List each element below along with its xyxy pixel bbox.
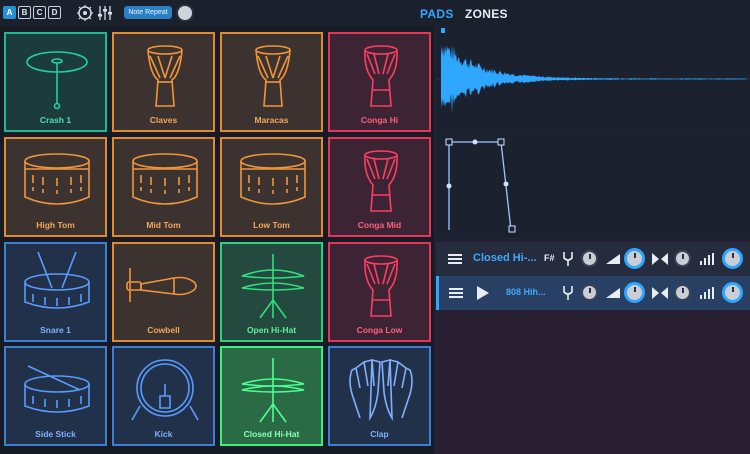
pad-label: Crash 1 — [39, 115, 72, 125]
pad-label: Open Hi-Hat — [246, 325, 297, 335]
pan-icon — [652, 253, 668, 265]
pad-mid-tom[interactable]: Mid Tom — [112, 137, 215, 237]
pad-label: Closed Hi-Hat — [243, 429, 300, 439]
pad-closed-hi-hat[interactable]: Closed Hi-Hat — [220, 346, 323, 446]
envelope-curve-handle — [472, 139, 478, 145]
zone-sample-name[interactable]: 808 Hih... — [506, 287, 546, 297]
envelope-point — [445, 138, 453, 146]
cowbell-icon — [126, 268, 197, 302]
djembe-icon — [255, 45, 291, 107]
tune-knob[interactable] — [581, 284, 598, 301]
pad-crash-1[interactable]: Crash 1 — [4, 32, 107, 132]
zone-root-key[interactable]: F# — [544, 253, 555, 263]
volume-ramp-icon — [606, 254, 620, 264]
volume-ramp-icon — [606, 288, 620, 298]
pad-conga-low[interactable]: Conga Low — [328, 242, 431, 342]
zone-group-row[interactable]: Closed Hi-... F# — [436, 242, 750, 276]
sample-start-marker — [441, 28, 445, 33]
pad-claves[interactable]: Claves — [112, 32, 215, 132]
note-repeat-button[interactable]: Note Repeat — [124, 6, 172, 19]
mixer-sliders-icon[interactable] — [96, 4, 114, 22]
volume-knob[interactable] — [624, 248, 645, 269]
pad-high-tom[interactable]: High Tom — [4, 137, 107, 237]
clap-hands-icon — [349, 358, 413, 422]
pad-label: Conga Low — [356, 325, 403, 335]
bank-d-button[interactable]: D — [48, 6, 61, 19]
pad-label: Low Tom — [253, 220, 290, 230]
zone-sample-row[interactable]: 808 Hih... — [436, 276, 750, 310]
pad-open-hi-hat[interactable]: Open Hi-Hat — [220, 242, 323, 342]
tom-drum-icon — [24, 153, 90, 205]
pad-side-stick[interactable]: Side Stick — [4, 346, 107, 446]
snare-drum-icon — [24, 251, 90, 309]
pad-label: Snare 1 — [40, 325, 71, 335]
tom-drum-icon — [240, 153, 306, 205]
side-stick-icon — [24, 365, 90, 413]
pad-kick[interactable]: Kick — [112, 346, 215, 446]
zones-panel: Closed Hi-... F# 808 Hih... — [436, 240, 750, 454]
menu-icon[interactable] — [449, 287, 463, 299]
note-repeat-rate-knob[interactable] — [176, 4, 194, 22]
settings-dial-icon[interactable] — [76, 4, 94, 22]
tab-zones[interactable]: ZONES — [465, 7, 508, 21]
pad-label: High Tom — [36, 220, 75, 230]
menu-icon[interactable] — [448, 253, 462, 265]
bank-b-button[interactable]: B — [18, 6, 31, 19]
tune-knob[interactable] — [581, 250, 598, 267]
velocity-knob[interactable] — [722, 282, 743, 303]
pad-clap[interactable]: Clap — [328, 346, 431, 446]
waveform-display[interactable] — [437, 26, 750, 132]
pad-maracas[interactable]: Maracas — [220, 32, 323, 132]
velocity-bars-icon — [700, 287, 714, 299]
pad-label: Kick — [154, 429, 173, 439]
conga-icon — [364, 255, 398, 317]
envelope-editor[interactable] — [437, 134, 750, 238]
pad-label: Side Stick — [35, 429, 76, 439]
pan-knob[interactable] — [674, 284, 691, 301]
envelope-curve-handle — [503, 181, 509, 187]
pad-label: Conga Mid — [357, 220, 402, 230]
pan-icon — [652, 287, 668, 299]
tuning-fork-icon — [563, 252, 573, 266]
pad-label: Conga Hi — [360, 115, 399, 125]
pad-low-tom[interactable]: Low Tom — [220, 137, 323, 237]
djembe-icon — [147, 45, 183, 107]
pad-snare-1[interactable]: Snare 1 — [4, 242, 107, 342]
envelope-point — [497, 138, 505, 146]
tab-pads[interactable]: PADS — [420, 7, 454, 21]
pad-label: Claves — [149, 115, 178, 125]
conga-icon — [364, 150, 398, 212]
pad-conga-mid[interactable]: Conga Mid — [328, 137, 431, 237]
envelope-curve-handle — [446, 183, 452, 189]
pad-label: Mid Tom — [146, 220, 181, 230]
pad-label: Cowbell — [147, 325, 180, 335]
hi-hat-icon — [241, 358, 305, 423]
crash-cymbal-icon — [26, 51, 88, 110]
pad-label: Clap — [370, 429, 389, 439]
pad-cowbell[interactable]: Cowbell — [112, 242, 215, 342]
zone-group-name[interactable]: Closed Hi-... — [473, 252, 537, 264]
bank-a-button[interactable]: A — [3, 6, 16, 19]
velocity-bars-icon — [700, 253, 714, 265]
conga-icon — [364, 45, 398, 107]
play-icon[interactable] — [477, 286, 489, 300]
bank-c-button[interactable]: C — [33, 6, 46, 19]
waveform-graph — [437, 28, 750, 113]
pad-grid: Crash 1 Claves Maracas Conga Hi High Tom… — [0, 26, 434, 454]
pan-knob[interactable] — [674, 250, 691, 267]
kick-drum-icon — [131, 359, 199, 421]
volume-knob[interactable] — [624, 282, 645, 303]
envelope-point — [508, 225, 516, 233]
tom-drum-icon — [132, 153, 198, 205]
envelope-graph — [445, 138, 516, 233]
hi-hat-icon — [241, 254, 305, 319]
tuning-fork-icon — [563, 286, 573, 300]
pad-label: Maracas — [254, 115, 289, 125]
pad-conga-hi[interactable]: Conga Hi — [328, 32, 431, 132]
top-toolbar: A B C D Note Repeat PADS ZONES — [0, 0, 750, 26]
velocity-knob[interactable] — [722, 248, 743, 269]
